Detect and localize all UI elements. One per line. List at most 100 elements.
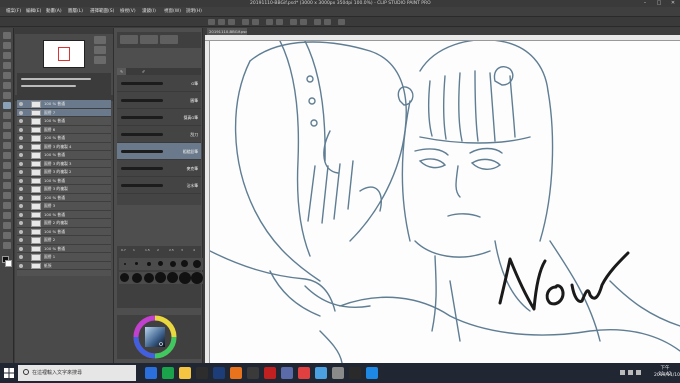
clip-studio-icon[interactable]: [281, 367, 293, 379]
snap-grid-icon[interactable]: [324, 19, 331, 25]
deselect-icon[interactable]: [290, 19, 297, 25]
brush-item[interactable]: 麥克筆: [117, 160, 201, 177]
eye-icon[interactable]: [19, 263, 23, 268]
pen-tool-icon[interactable]: [3, 102, 11, 109]
clip-studio-icon[interactable]: [338, 19, 345, 25]
eye-icon[interactable]: [19, 178, 23, 183]
layer-row[interactable]: 圖層 7: [17, 108, 111, 117]
invert-selection-icon[interactable]: [300, 19, 307, 25]
menu-help[interactable]: 說明(H): [186, 7, 202, 17]
eye-icon[interactable]: [19, 212, 23, 217]
illustrator-icon[interactable]: [230, 367, 242, 379]
brush-item[interactable]: 刮刀: [117, 126, 201, 143]
layer-row[interactable]: 圖層 3 的複製 4: [17, 143, 111, 151]
color-wheel[interactable]: [117, 315, 201, 359]
text-tool-icon[interactable]: [3, 222, 11, 229]
move-layer-tool-icon[interactable]: [3, 62, 11, 69]
size-cell[interactable]: [131, 272, 143, 284]
app-icon[interactable]: [349, 367, 361, 379]
photoshop-icon[interactable]: [213, 367, 225, 379]
task-view-icon[interactable]: [145, 367, 157, 379]
eye-icon[interactable]: [19, 110, 23, 115]
save-icon[interactable]: [228, 19, 235, 25]
snap-ruler-icon[interactable]: [314, 19, 321, 25]
brush-item[interactable]: 圓筆: [117, 92, 201, 109]
menu-selection[interactable]: 選擇範圍(S): [90, 7, 114, 17]
pencil-tool-icon[interactable]: [3, 112, 11, 119]
layer-row[interactable]: 100 % 普通: [17, 100, 111, 109]
blend-tool-icon[interactable]: [3, 162, 11, 169]
gradient-tool-icon[interactable]: [3, 182, 11, 189]
eye-icon[interactable]: [19, 221, 23, 225]
balloon-tool-icon[interactable]: [3, 232, 11, 239]
menu-edit[interactable]: 編輯(E): [26, 7, 41, 17]
clock-date[interactable]: 2019/11/10: [654, 373, 680, 379]
menu-animation[interactable]: 動畫(A): [46, 7, 62, 17]
size-cell[interactable]: [191, 258, 203, 270]
app-icon[interactable]: [332, 367, 344, 379]
size-cell[interactable]: [143, 258, 155, 270]
eye-icon[interactable]: [19, 119, 23, 123]
close-button[interactable]: ✕: [668, 0, 678, 7]
open-file-icon[interactable]: [218, 19, 225, 25]
transform-icon[interactable]: [276, 19, 283, 25]
file-explorer-icon[interactable]: [179, 367, 191, 379]
size-cell[interactable]: [119, 258, 131, 270]
layer-row[interactable]: 圖層 3 的複製 2: [17, 168, 111, 177]
brush-item[interactable]: 擬真G筆: [117, 109, 201, 126]
nav-zoom-out-button[interactable]: [94, 46, 106, 54]
marker-group-button[interactable]: [140, 35, 158, 44]
eye-icon[interactable]: [19, 255, 23, 259]
eye-icon[interactable]: [19, 204, 23, 208]
brush-item[interactable]: 沾水筆: [117, 177, 201, 194]
redo-icon[interactable]: [252, 19, 259, 25]
size-cell[interactable]: [167, 258, 179, 270]
eye-icon[interactable]: [19, 102, 23, 106]
eye-icon[interactable]: [19, 161, 23, 166]
tab-pen[interactable]: ✎: [117, 68, 127, 75]
auto-select-tool-icon[interactable]: [3, 82, 11, 89]
layer-row[interactable]: 圖層 6: [17, 126, 111, 134]
browser-icon[interactable]: [162, 367, 174, 379]
correct-line-tool-icon[interactable]: [3, 242, 11, 249]
layer-row[interactable]: 100 % 普通: [17, 211, 111, 219]
eye-icon[interactable]: [19, 170, 23, 174]
windows-start-icon[interactable]: [4, 368, 14, 378]
size-cell[interactable]: [155, 272, 167, 284]
decoration-tool-icon[interactable]: [3, 142, 11, 149]
canvas-tab[interactable]: 20191110-BBGif.psd: [207, 28, 247, 35]
airbrush-tool-icon[interactable]: [3, 132, 11, 139]
eraser-tool-icon[interactable]: [3, 152, 11, 159]
eye-icon[interactable]: [19, 144, 23, 149]
eye-icon[interactable]: [19, 195, 23, 200]
figure-tool-icon[interactable]: [3, 192, 11, 199]
zoom-tool-icon[interactable]: [3, 32, 11, 39]
taskbar-search-box[interactable]: 在這裡輸入文字來搜尋: [18, 365, 136, 381]
menu-view[interactable]: 檢視(V): [120, 7, 136, 17]
nav-fit-button[interactable]: [94, 56, 106, 64]
eye-icon[interactable]: [19, 246, 23, 251]
effect-group-button[interactable]: [160, 35, 178, 44]
chrome-icon[interactable]: [298, 367, 310, 379]
layer-row[interactable]: 圖層 2 的複製: [17, 219, 111, 228]
size-cell[interactable]: [143, 272, 155, 284]
layer-row[interactable]: 100 % 普通: [17, 194, 111, 202]
menu-filter[interactable]: 濾鏡(I): [142, 7, 156, 17]
menu-window[interactable]: 視窗(W): [164, 7, 181, 17]
eye-icon[interactable]: [19, 229, 23, 234]
ime-icon[interactable]: [636, 370, 641, 375]
maximize-button[interactable]: □: [654, 0, 664, 7]
undo-icon[interactable]: [242, 19, 249, 25]
clear-icon[interactable]: [266, 19, 273, 25]
new-file-icon[interactable]: [208, 19, 215, 25]
layer-row[interactable]: 圖層 3: [17, 202, 111, 211]
layer-row[interactable]: 100 % 普通: [17, 177, 111, 185]
layer-row[interactable]: 100 % 普通: [17, 134, 111, 143]
layer-row[interactable]: 圖層 3 的複製: [17, 185, 111, 194]
size-cell[interactable]: [191, 272, 203, 284]
selection-tool-icon[interactable]: [3, 72, 11, 79]
eyedropper-tool-icon[interactable]: [3, 92, 11, 99]
layer-row[interactable]: 100 % 普通: [17, 117, 111, 126]
volume-icon[interactable]: [628, 370, 633, 375]
size-cell[interactable]: [119, 272, 131, 284]
